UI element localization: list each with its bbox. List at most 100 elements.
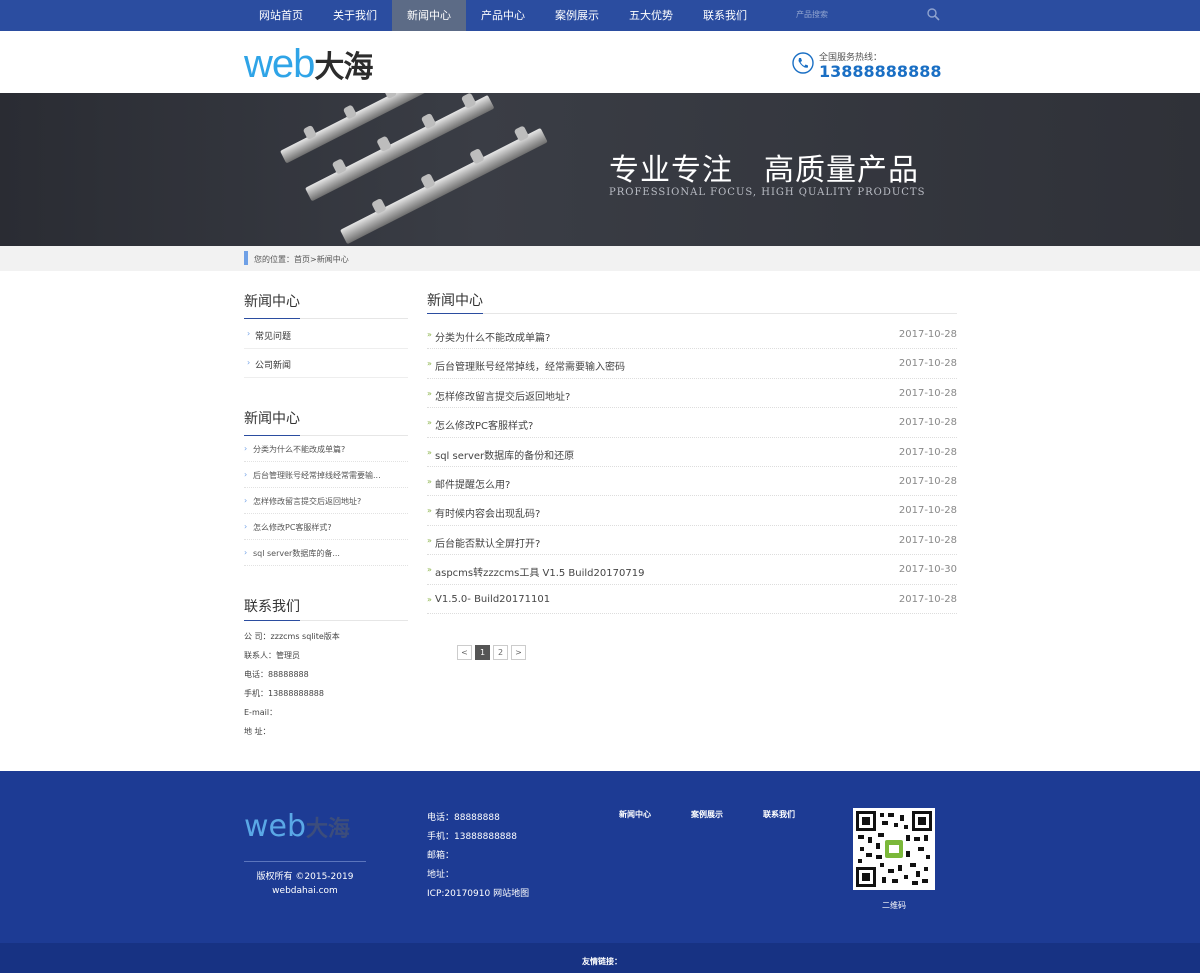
news-date: 2017-10-28	[898, 358, 957, 370]
footer-divider	[244, 861, 366, 862]
footer-copyright: 版权所有 ©2015-2019 webdahai.com	[244, 870, 366, 898]
news-link[interactable]: 怎么修改PC客服样式?	[253, 522, 332, 533]
contact-email: E-mail：	[244, 708, 278, 717]
footer-nav-contact[interactable]: 联系我们	[763, 809, 795, 820]
footer-address: 地址：	[427, 870, 455, 880]
list-item[interactable]: › 怎么修改PC客服样式?	[244, 514, 408, 540]
double-chevron-icon: »	[427, 506, 432, 516]
qr-code-icon	[856, 811, 932, 887]
search-icon[interactable]	[926, 7, 940, 21]
news-title[interactable]: 邮件提醒怎么用?	[435, 476, 510, 491]
sidebar-categories: 新闻中心 › 常见问题 › 公司新闻	[244, 291, 408, 378]
table-row[interactable]: » aspcms转zzzcms工具 V1.5 Build20170719 2017-…	[427, 555, 957, 585]
news-link[interactable]: 怎样修改留言提交后返回地址?	[253, 496, 361, 507]
footer-phone: 电话：88888888	[427, 813, 500, 823]
table-row[interactable]: » V1.5.0- Build20171101 2017-10-28	[427, 585, 957, 614]
site-footer: web大海 版权所有 ©2015-2019 webdahai.com 电话：88…	[0, 771, 1200, 943]
nav-item-products[interactable]: 产品中心	[466, 0, 540, 31]
double-chevron-icon: »	[427, 565, 432, 575]
sidebar-item-label: 常见问题	[255, 332, 292, 342]
news-date: 2017-10-28	[898, 505, 957, 517]
double-chevron-icon: »	[427, 418, 432, 428]
nav-item-contact[interactable]: 联系我们	[688, 0, 762, 31]
news-link[interactable]: 后台管理账号经常掉线经常需要输...	[253, 470, 381, 481]
double-chevron-icon: »	[427, 330, 432, 339]
table-row[interactable]: » 有时候内容会出现乱码? 2017-10-28	[427, 496, 957, 526]
double-chevron-icon: »	[427, 535, 432, 545]
search-placeholder: 产品搜索	[796, 10, 828, 19]
news-title[interactable]: sql server数据库的备份和还原	[435, 447, 574, 462]
footer-nav-news[interactable]: 新闻中心	[619, 809, 651, 820]
phone-icon	[792, 52, 814, 74]
news-link[interactable]: 分类为什么不能改成单篇?	[253, 444, 345, 455]
nav-item-news[interactable]: 新闻中心	[392, 0, 466, 31]
site-header	[0, 31, 1200, 93]
logo-latin: web	[244, 42, 315, 86]
friendly-links-label: 友情链接：	[582, 957, 622, 966]
list-item[interactable]: › 怎样修改留言提交后返回地址?	[244, 488, 408, 514]
footer-logo-latin: web	[244, 809, 307, 844]
pager-next-button[interactable]: >	[511, 645, 526, 660]
sidebar-contact-title: 联系我们	[244, 599, 300, 615]
sidebar-categories-title: 新闻中心	[244, 294, 300, 310]
table-row[interactable]: » 后台管理账号经常掉线，经常需要输入密码 2017-10-28	[427, 349, 957, 379]
qr-code	[853, 808, 935, 890]
chevron-right-icon: ›	[244, 470, 248, 479]
breadcrumb: 您的位置：首页>新闻中心	[0, 246, 1200, 271]
list-item[interactable]: › 后台管理账号经常掉线经常需要输...	[244, 462, 408, 488]
table-row[interactable]: » sql server数据库的备份和还原 2017-10-28	[427, 438, 957, 467]
news-title[interactable]: 后台能否默认全屏打开?	[435, 535, 540, 550]
news-title[interactable]: 怎样修改留言提交后返回地址?	[435, 388, 570, 403]
chevron-right-icon: ›	[244, 444, 248, 453]
qr-label: 二维码	[882, 901, 906, 910]
nav-item-home[interactable]: 网站首页	[244, 0, 318, 31]
pager-page-2[interactable]: 2	[493, 645, 508, 660]
double-chevron-icon: »	[427, 447, 432, 457]
footer-icp-sitemap[interactable]: ICP:20170910 网站地图	[427, 885, 529, 904]
table-row[interactable]: » 怎样修改留言提交后返回地址? 2017-10-28	[427, 379, 957, 409]
news-title[interactable]: 有时候内容会出现乱码?	[435, 505, 540, 520]
breadcrumb-text[interactable]: 您的位置：首页>新闻中心	[254, 254, 349, 265]
news-title[interactable]: V1.5.0- Build20171101	[435, 594, 550, 605]
product-image	[280, 93, 548, 244]
hero-banner: 专业专注 高质量产品 PROFESSIONAL FOCUS, HIGH QUAL…	[0, 93, 1200, 246]
list-item[interactable]: › 分类为什么不能改成单篇?	[244, 436, 408, 462]
news-date: 2017-10-28	[898, 417, 957, 429]
news-date: 2017-10-28	[898, 446, 957, 458]
footer-logo[interactable]: web大海	[244, 811, 350, 846]
sidebar-item-company-news[interactable]: › 公司新闻	[244, 349, 408, 378]
table-row[interactable]: » 后台能否默认全屏打开? 2017-10-28	[427, 526, 957, 556]
double-chevron-icon: »	[427, 476, 432, 486]
nav-item-cases[interactable]: 案例展示	[540, 0, 614, 31]
pager-page-1[interactable]: 1	[475, 645, 490, 660]
list-item[interactable]: › sql server数据库的备...	[244, 540, 408, 566]
nav-item-about[interactable]: 关于我们	[318, 0, 392, 31]
table-row[interactable]: » 邮件提醒怎么用? 2017-10-28	[427, 467, 957, 497]
table-row[interactable]: » 分类为什么不能改成单篇? 2017-10-28	[427, 320, 957, 350]
news-link[interactable]: sql server数据库的备...	[253, 548, 340, 559]
table-row[interactable]: » 怎么修改PC客服样式? 2017-10-28	[427, 408, 957, 438]
footer-email: 邮箱：	[427, 851, 455, 861]
news-title[interactable]: 怎么修改PC客服样式?	[435, 417, 533, 432]
chevron-right-icon: ›	[244, 548, 248, 557]
banner-title: 专业专注 高质量产品	[609, 153, 919, 188]
footer-info: 电话：88888888 手机：13888888888 邮箱： 地址： ICP:2…	[427, 809, 529, 904]
footer-nav-cases[interactable]: 案例展示	[691, 809, 723, 820]
chevron-right-icon: ›	[244, 522, 248, 531]
sidebar-item-faq[interactable]: › 常见问题	[244, 320, 408, 349]
copyright-text: 版权所有 ©2015-2019	[256, 872, 354, 882]
site-logo[interactable]: web大海	[244, 42, 373, 88]
news-title[interactable]: 后台管理账号经常掉线，经常需要输入密码	[435, 358, 625, 373]
nav-item-advantages[interactable]: 五大优势	[614, 0, 688, 31]
footer-domain[interactable]: webdahai.com	[244, 884, 366, 898]
footer-logo-cjk: 大海	[306, 817, 351, 842]
news-title[interactable]: aspcms转zzzcms工具 V1.5 Build20170719	[435, 564, 644, 579]
chevron-right-icon: ›	[244, 496, 248, 505]
pager-prev-button[interactable]: <	[457, 645, 472, 660]
double-chevron-icon: »	[427, 594, 432, 604]
news-title[interactable]: 分类为什么不能改成单篇?	[435, 329, 550, 344]
sidebar-heading: 新闻中心	[244, 291, 408, 319]
search-input[interactable]: 产品搜索	[790, 4, 946, 26]
breadcrumb-marker	[244, 251, 248, 265]
chevron-right-icon: ›	[247, 329, 251, 338]
